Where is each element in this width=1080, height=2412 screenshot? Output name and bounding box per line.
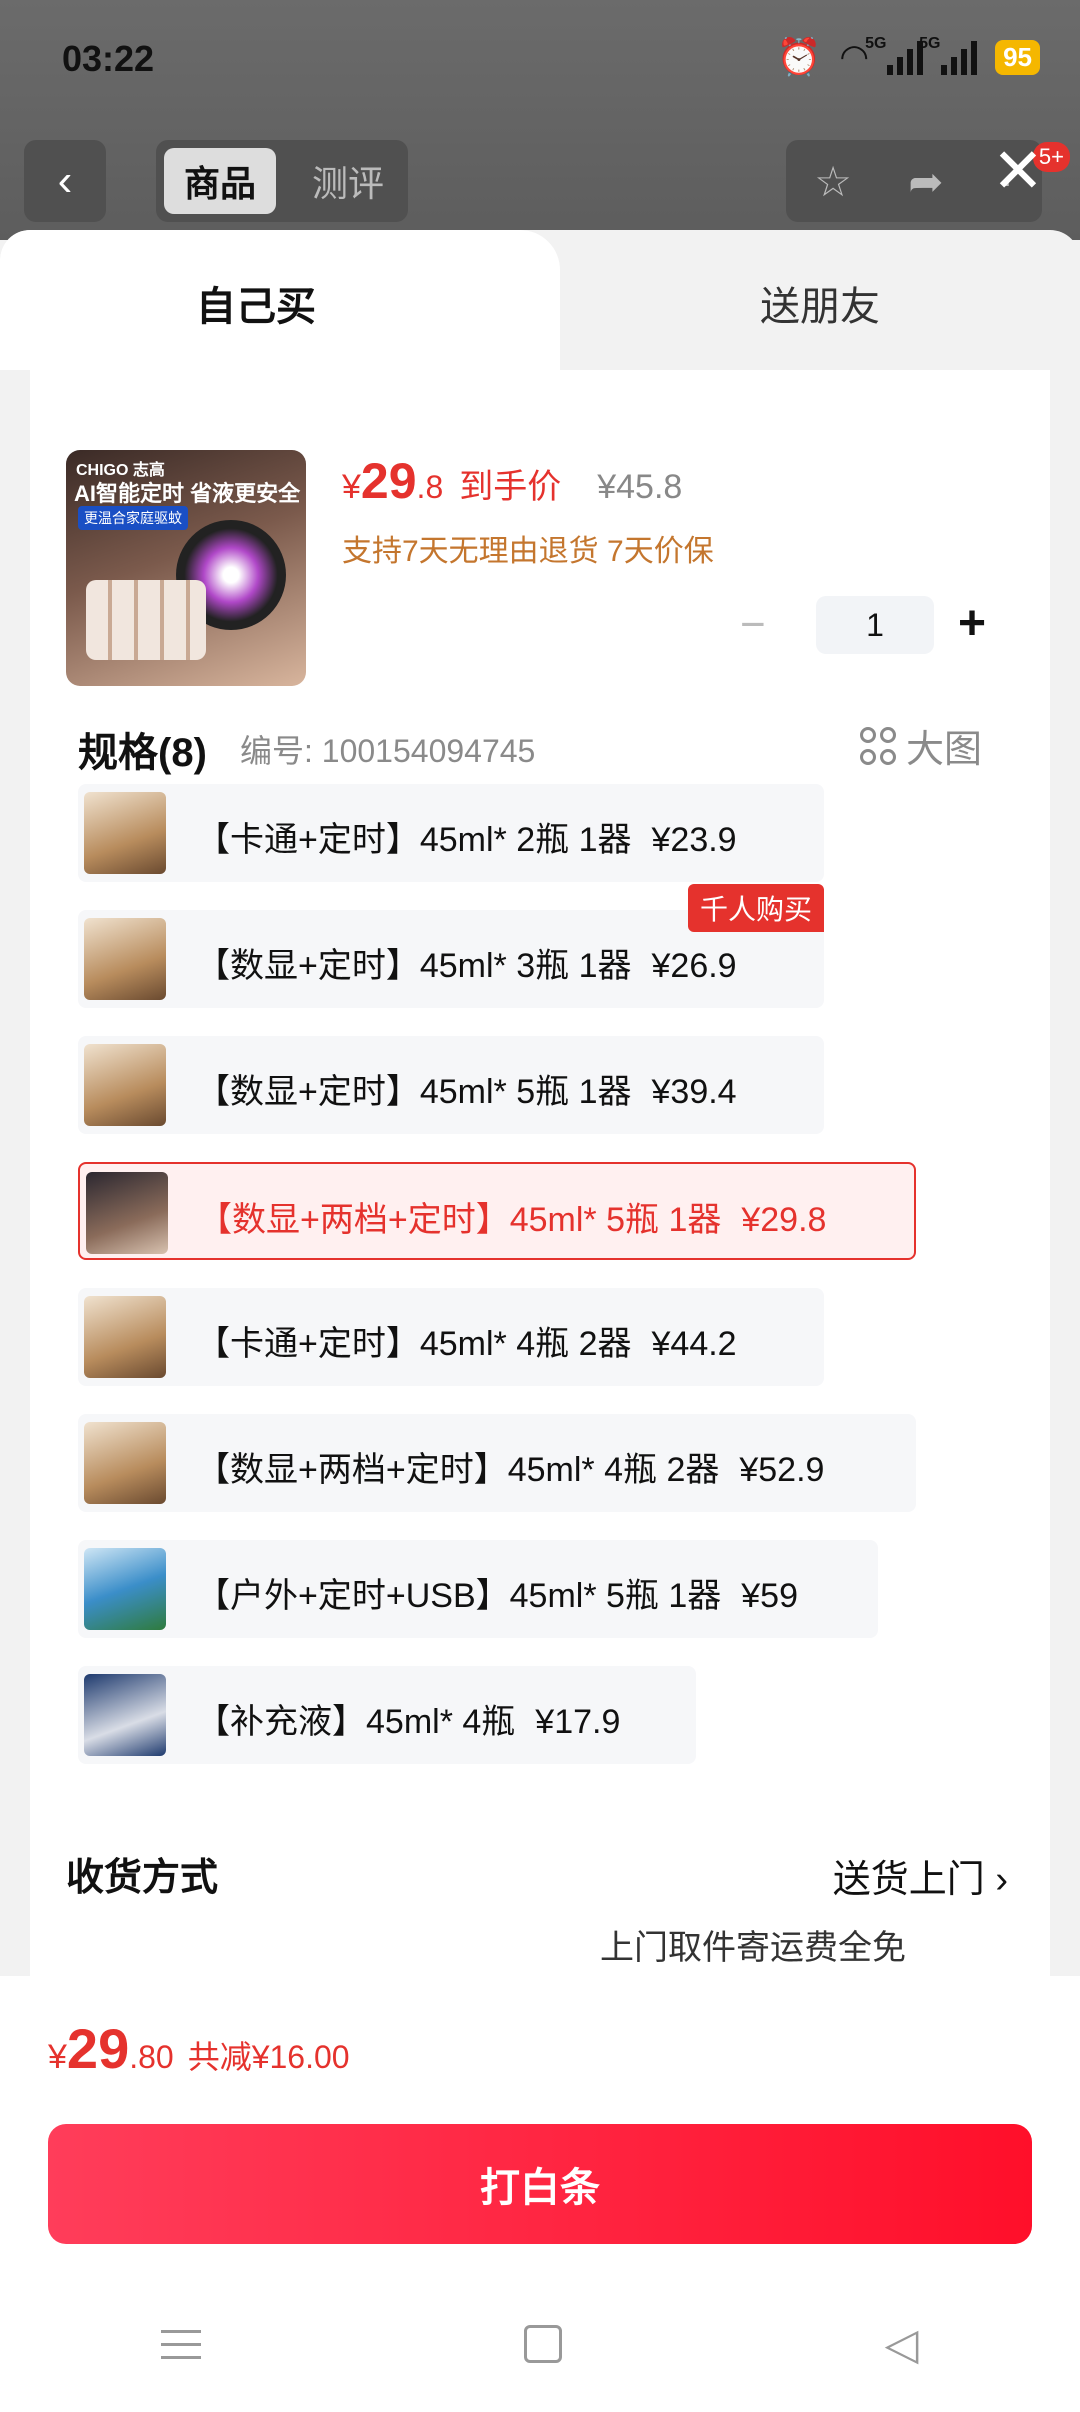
back-triangle-icon[interactable]: ◁ — [885, 2319, 919, 2370]
price-label: 到手价 — [459, 468, 562, 506]
share-icon[interactable]: ➦ — [908, 157, 943, 206]
price-symbol: ¥ — [342, 468, 361, 506]
shipping-label: 收货方式 — [66, 1857, 219, 1899]
network-label-2: 5G — [919, 35, 941, 52]
grid-icon — [860, 726, 896, 765]
chevron-left-icon: ‹ — [57, 156, 73, 205]
close-icon[interactable]: ✕ — [992, 134, 1044, 207]
total-dec: .80 — [129, 2039, 174, 2075]
variant-label: 【数显+两档+定时】45ml* 4瓶 2器 ¥52.9 — [196, 1451, 825, 1489]
variant-price: ¥59 — [741, 1577, 798, 1615]
back-button[interactable]: ‹ — [24, 140, 106, 222]
image-subtitle: 更温合家庭驱蚊 — [78, 506, 188, 530]
battery-icon: 95 — [995, 39, 1040, 75]
return-policy: 支持7天无理由退货 7天价保 — [342, 535, 714, 568]
discount-text: 共减¥16.00 — [187, 2039, 350, 2075]
shipping-value-text: 送货上门 — [832, 1859, 985, 1901]
status-bar: 03:22 ⏰ ◠ 5G 5G 95 — [0, 0, 1080, 120]
variant-thumbnail — [84, 1044, 166, 1126]
shipping-value[interactable]: 送货上门 › — [833, 1848, 1008, 1903]
total-symbol: ¥ — [48, 2038, 67, 2076]
signal-icon-1: 5G — [865, 35, 924, 75]
variant-thumbnail — [84, 1422, 166, 1504]
variant-thumbnail — [84, 1296, 166, 1378]
big-image-button[interactable]: 大图 — [860, 718, 982, 773]
variant-label: 【数显+定时】45ml* 3瓶 1器 ¥26.9 — [196, 947, 737, 985]
variant-price: ¥52.9 — [739, 1451, 825, 1489]
variant-thumbnail — [84, 1548, 166, 1630]
tab-review[interactable]: 测评 — [296, 148, 400, 214]
variant-label: 【补充液】45ml* 4瓶 ¥17.9 — [196, 1703, 621, 1741]
variant-price: ¥26.9 — [651, 947, 737, 985]
status-time: 03:22 — [62, 38, 155, 79]
top-nav: ‹ 商品 测评 ☆ ➦ · 5+ ✕ — [0, 137, 1080, 224]
original-price: ¥45.8 — [597, 468, 683, 506]
variant-option[interactable]: 【数显+定时】45ml* 5瓶 1器 ¥39.4 — [78, 1036, 824, 1134]
variant-price: ¥39.4 — [651, 1073, 737, 1111]
tab-self-buy-label: 自己买 — [196, 285, 316, 329]
network-label-1: 5G — [865, 35, 887, 52]
variant-label: 【户外+定时+USB】45ml* 5瓶 1器 ¥59 — [196, 1577, 798, 1615]
tab-gift-friend[interactable]: 送朋友 — [760, 274, 880, 332]
system-nav-bar: ◁ — [0, 2276, 1080, 2412]
status-icons: ⏰ ◠ 5G 5G 95 — [776, 35, 1040, 78]
variant-thumbnail — [84, 1674, 166, 1756]
star-icon[interactable]: ☆ — [814, 157, 852, 206]
variant-price: ¥17.9 — [535, 1703, 621, 1741]
variant-thumbnail — [84, 918, 166, 1000]
increase-button[interactable]: + — [958, 596, 986, 651]
variant-option[interactable]: 【卡通+定时】45ml* 4瓶 2器 ¥44.2 — [78, 1288, 824, 1386]
signal-icon-2: 5G — [919, 35, 978, 75]
variant-label: 【数显+定时】45ml* 5瓶 1器 ¥39.4 — [196, 1073, 737, 1111]
variant-label: 【卡通+定时】45ml* 2瓶 1器 ¥23.9 — [196, 821, 737, 859]
total-int: 29 — [66, 2017, 130, 2080]
image-headline: AI智能定时 省液更安全 — [74, 481, 301, 506]
tab-goods[interactable]: 商品 — [164, 148, 276, 214]
quantity-stepper: − 1 + — [740, 596, 1000, 656]
spec-title: 规格(8) — [78, 731, 207, 775]
variant-price: ¥44.2 — [651, 1325, 737, 1363]
home-icon[interactable] — [524, 2325, 563, 2363]
product-card: CHIGO 志高 AI智能定时 省液更安全 更温合家庭驱蚊 ¥29.8 到手价 ¥4… — [30, 370, 1050, 2210]
variant-label: 【卡通+定时】45ml* 4瓶 2器 ¥44.2 — [196, 1325, 737, 1363]
product-image[interactable]: CHIGO 志高 AI智能定时 省液更安全 更温合家庭驱蚊 — [66, 450, 306, 686]
price-dec: .8 — [416, 469, 444, 505]
chevron-right-icon: › — [995, 1859, 1008, 1901]
decrease-button[interactable]: − — [740, 600, 766, 650]
variant-option-selected[interactable]: 【数显+两档+定时】45ml* 5瓶 1器 ¥29.8 — [78, 1162, 916, 1260]
big-image-label: 大图 — [906, 729, 983, 771]
alarm-icon: ⏰ — [776, 36, 822, 77]
page-tab-switch: 商品 测评 — [156, 140, 408, 222]
variant-price: ¥29.8 — [741, 1201, 827, 1239]
variant-option[interactable]: 【卡通+定时】45ml* 2瓶 1器 ¥23.9 — [78, 784, 824, 882]
menu-icon[interactable] — [161, 2329, 202, 2359]
product-code: 编号: 100154094745 — [240, 733, 536, 769]
variant-label: 【数显+两档+定时】45ml* 5瓶 1器 ¥29.8 — [198, 1201, 827, 1239]
total-price: ¥29.80 共减¥16.00 — [48, 2016, 350, 2081]
price-block: ¥29.8 到手价 ¥45.8 — [342, 452, 682, 510]
price-int: 29 — [360, 453, 417, 509]
buy-button[interactable]: 打白条 — [48, 2124, 1032, 2244]
variant-option[interactable]: 千人购买 【数显+定时】45ml* 3瓶 1器 ¥26.9 — [78, 884, 824, 1008]
variant-price: ¥23.9 — [651, 821, 737, 859]
variant-option[interactable]: 【补充液】45ml* 4瓶 ¥17.9 — [78, 1666, 696, 1764]
hot-badge: 千人购买 — [687, 884, 824, 932]
variant-thumbnail — [84, 792, 166, 874]
variant-thumbnail — [86, 1172, 168, 1254]
tab-self-buy[interactable]: 自己买 — [0, 230, 560, 370]
bottles-graphic — [86, 580, 206, 660]
variant-option[interactable]: 【户外+定时+USB】45ml* 5瓶 1器 ¥59 — [78, 1540, 878, 1638]
checkout-bar: ¥29.80 共减¥16.00 打白条 ◁ — [0, 1976, 1080, 2412]
variant-option[interactable]: 【数显+两档+定时】45ml* 4瓶 2器 ¥52.9 — [78, 1414, 916, 1512]
quantity-value[interactable]: 1 — [816, 596, 934, 654]
shipping-subtext: 上门取件寄运费全免 — [600, 1929, 906, 1967]
